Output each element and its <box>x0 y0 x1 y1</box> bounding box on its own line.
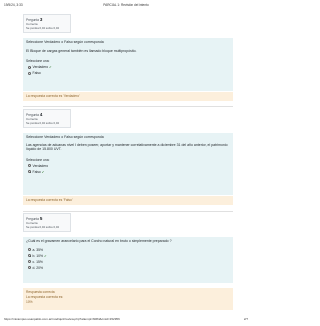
check-icon: ✔ <box>44 253 47 258</box>
option-letter: b. <box>32 253 36 258</box>
option-label: Verdadero <box>32 64 49 69</box>
check-icon: ✔ <box>41 169 45 174</box>
question-formulation: Seleccione Verdadero o Falso según corre… <box>23 38 233 91</box>
answer-option-c[interactable]: c. 15% <box>26 260 230 264</box>
option-value: 35% <box>36 247 44 252</box>
feedback-title: Respuesta correcta <box>26 290 55 294</box>
question-formulation: Seleccione Verdadero o Falso según corre… <box>23 133 233 195</box>
question-intro: Seleccione Verdadero o Falso según corre… <box>26 40 104 44</box>
radio-button[interactable] <box>28 164 31 168</box>
page-number: 2/7 <box>243 317 248 321</box>
answer-option-true[interactable]: Verdadero <box>26 164 230 168</box>
check-icon: ✔ <box>49 65 52 70</box>
feedback-text: La respuesta correcta es 'Verdadero' <box>26 94 80 98</box>
divider <box>23 106 233 107</box>
radio-button[interactable] <box>28 260 31 264</box>
select-label: Seleccione una: <box>26 59 50 64</box>
print-title: PARCIAL 1: Revisión del intento <box>103 3 149 7</box>
question-formulation: ¿Cuál es el gravamen arancelario para el… <box>23 237 233 283</box>
print-header: 19/5/24, 3:33 PARCIAL 1: Revisión del in… <box>4 3 248 9</box>
option-letter: a. <box>32 247 36 252</box>
question-grade: Se puntúa 0,04 sobre 0,04 <box>26 225 59 230</box>
question-info: Pregunta 4 Correcta Se puntúa 0,04 sobre… <box>23 109 71 129</box>
print-footer: https://micampus.usanpablo.com.ar/mod/qu… <box>4 317 248 323</box>
option-letter: c. <box>32 259 36 264</box>
option-value: 15% <box>36 259 43 264</box>
question-feedback: La respuesta correcta es 'Verdadero' <box>23 92 233 101</box>
answer-option-b[interactable]: b. 10% ✔ <box>26 254 230 258</box>
divider <box>23 211 233 212</box>
question-info: Pregunta 3 Correcta Se puntúa 0,04 sobre… <box>23 14 71 34</box>
radio-button[interactable] <box>28 254 31 258</box>
question-text: ¿Cuál es el gravamen arancelario para el… <box>26 239 172 243</box>
question-grade: Se puntúa 0,04 sobre 0,04 <box>26 26 59 31</box>
radio-button[interactable] <box>28 248 31 252</box>
answer-option-false[interactable]: Falso <box>26 71 230 75</box>
radio-button[interactable] <box>28 266 31 270</box>
radio-button[interactable] <box>28 71 31 75</box>
feedback-text: La respuesta correcta es 'Falso' <box>26 198 73 202</box>
answer-option-a[interactable]: a. 35% <box>26 248 230 252</box>
question-feedback: La respuesta correcta es 'Falso' <box>23 196 233 205</box>
print-date: 19/5/24, 3:33 <box>4 3 23 7</box>
option-label: Verdadero <box>32 163 49 168</box>
question-text: El Bloque de cargas general también es l… <box>26 48 137 53</box>
question-intro: Seleccione Verdadero o Falso según corre… <box>26 135 104 139</box>
question-info: Pregunta 5 Correcta Se puntúa 0,04 sobre… <box>23 213 71 233</box>
option-letter: d. <box>32 265 36 270</box>
question-grade: Se puntúa 0,04 sobre 0,04 <box>26 121 59 126</box>
print-url: https://micampus.usanpablo.com.ar/mod/qu… <box>4 317 120 321</box>
feedback-value: 10% <box>26 299 33 304</box>
option-label: Falso <box>32 70 41 75</box>
radio-button[interactable] <box>28 170 31 174</box>
question-feedback: Respuesta correcta La respuesta correcta… <box>23 288 233 310</box>
radio-button[interactable] <box>28 65 31 69</box>
answer-option-true[interactable]: Verdadero ✔ <box>26 65 230 69</box>
select-label: Seleccione una: <box>26 157 50 162</box>
option-label: Falso <box>32 169 41 174</box>
option-value: 20% <box>36 265 44 270</box>
answer-option-false[interactable]: Falso ✔ <box>26 170 230 174</box>
answer-option-d[interactable]: d. 20% <box>26 266 230 270</box>
option-value: 10% <box>36 253 44 258</box>
question-text: Las agencias de aduanas nivel I deben po… <box>26 142 228 152</box>
